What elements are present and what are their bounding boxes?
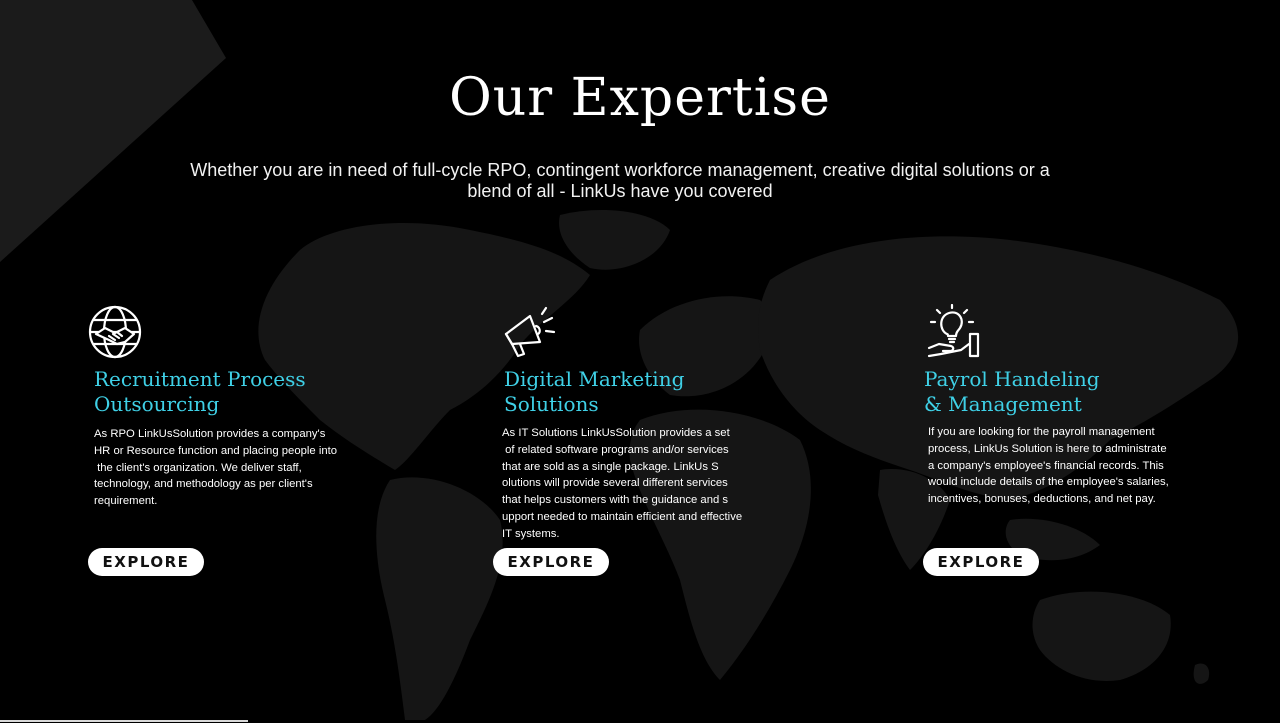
card-desc-line: a company's employee's financial records… [928, 459, 1164, 472]
explore-button-digital-marketing[interactable]: EXPLORE [493, 548, 609, 576]
subtitle-line: Whether you are in need of full-cycle RP… [190, 160, 1050, 180]
lightbulb-hand-icon [927, 304, 980, 358]
megaphone-icon [504, 306, 556, 358]
explore-button-payroll[interactable]: EXPLORE [923, 548, 1039, 576]
card-title-line: Solutions [504, 392, 599, 416]
card-desc-line: technology, and methodology as per clien… [94, 478, 313, 491]
page-title: Our Expertise [449, 68, 831, 128]
explore-button-recruitment[interactable]: EXPLORE [88, 548, 204, 576]
card-desc-line: upport needed to maintain efficient and … [502, 510, 743, 523]
card-description: As RPO LinkUsSolution provides a company… [94, 426, 337, 510]
card-title-line: & Management [924, 392, 1082, 416]
card-desc-line: If you are looking for the payroll manag… [928, 426, 1155, 438]
map-greenland [559, 210, 670, 270]
card-desc-line: process, LinkUs Solution is here to admi… [928, 442, 1167, 455]
page-subtitle: Whether you are in need of full-cycle RP… [160, 160, 1080, 202]
handshake-globe-icon [88, 305, 142, 359]
map-south-america [376, 477, 503, 720]
card-desc-line: that are sold as a single package. LinkU… [502, 460, 719, 473]
card-desc-line: incentives, bonuses, deductions, and net… [928, 493, 1156, 506]
card-desc-line: the client's organization. We deliver st… [94, 461, 302, 474]
card-title: Payrol Handeling & Management [924, 367, 1184, 417]
card-title-line: Payrol Handeling [924, 367, 1100, 391]
card-desc-line: requirement. [94, 495, 158, 508]
card-desc-line: would include details of the employee's … [928, 476, 1169, 489]
subtitle-line: blend of all - LinkUs have you covered [467, 181, 773, 201]
card-desc-line: As IT Solutions LinkUsSolution provides … [502, 427, 730, 439]
card-desc-line: olutions will provide several different … [502, 477, 728, 490]
card-desc-line: of related software programs and/or serv… [502, 443, 729, 456]
card-title-line: Recruitment Process [94, 367, 306, 391]
card-desc-line: that helps customers with the guidance a… [502, 494, 729, 507]
divider [0, 720, 248, 722]
card-desc-line: HR or Resource function and placing peop… [94, 444, 338, 457]
card-title-line: Outsourcing [94, 392, 220, 416]
map-australia [1032, 591, 1171, 681]
card-title: Recruitment Process Outsourcing [94, 367, 354, 417]
card-title: Digital Marketing Solutions [504, 367, 764, 417]
card-description: If you are looking for the payroll manag… [928, 424, 1169, 508]
card-title-line: Digital Marketing [504, 367, 685, 391]
card-desc-line: IT systems. [502, 527, 560, 540]
diagonal-shade [0, 0, 226, 262]
card-desc-line: As RPO LinkUsSolution provides a company… [94, 428, 326, 440]
map-new-zealand [1193, 663, 1210, 684]
card-description: As IT Solutions LinkUsSolution provides … [502, 425, 742, 543]
